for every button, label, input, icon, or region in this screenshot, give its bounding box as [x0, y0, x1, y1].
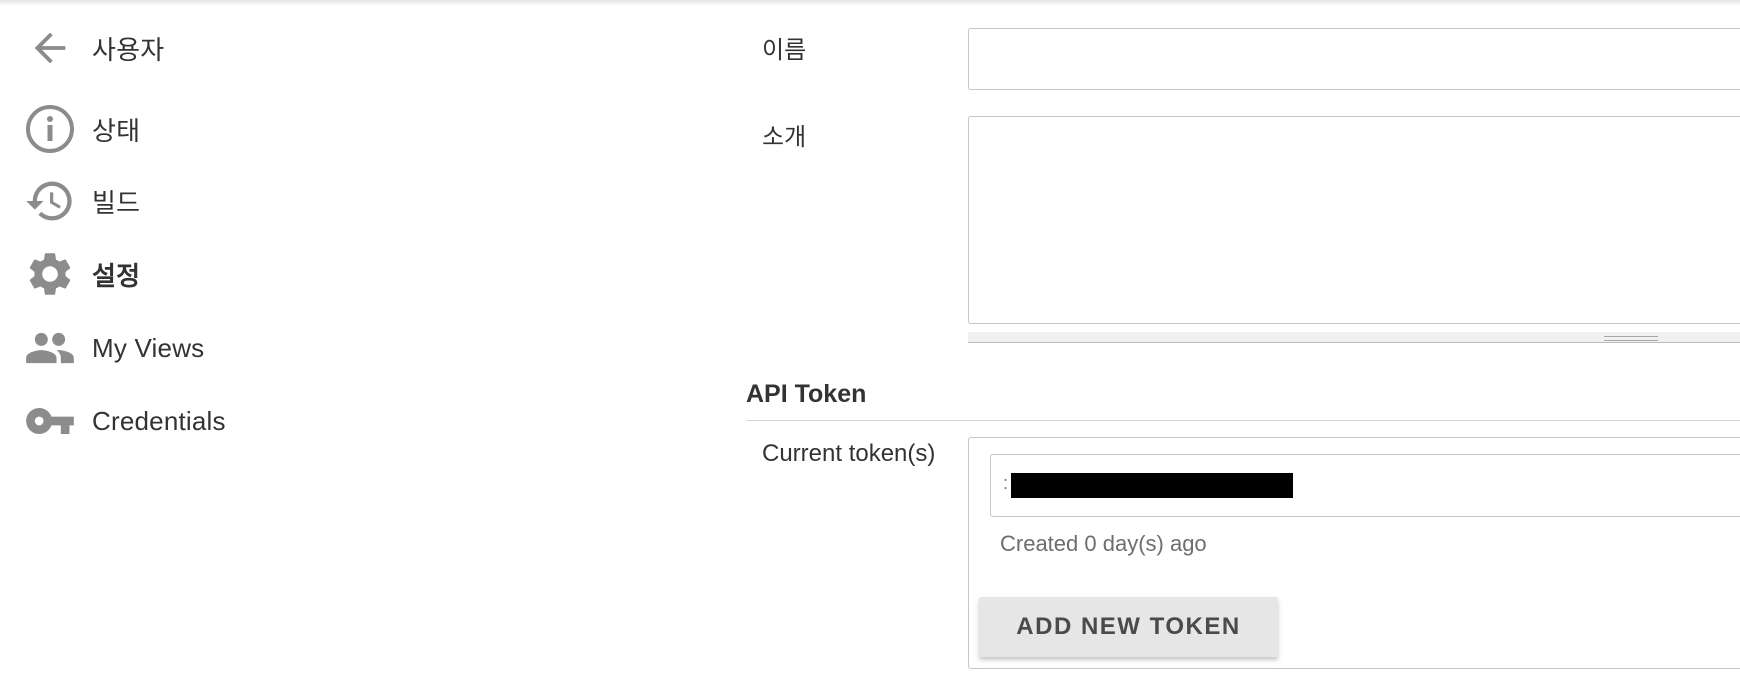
sidebar-item-label: Credentials [92, 405, 226, 436]
gear-icon [24, 248, 76, 300]
textarea-resize-handle[interactable] [968, 332, 1740, 343]
add-new-token-button[interactable]: ADD NEW TOKEN [979, 597, 1278, 657]
arrow-left-icon [24, 22, 76, 74]
sidebar-item-builds[interactable]: 빌드 [24, 173, 444, 229]
section-divider [746, 420, 1740, 421]
info-icon [24, 103, 76, 155]
token-prefix: : [1003, 473, 1009, 493]
name-input[interactable] [968, 28, 1740, 90]
key-icon [24, 395, 76, 447]
token-created-text: Created 0 day(s) ago [1000, 531, 1207, 556]
description-textarea[interactable] [968, 116, 1740, 324]
resize-grip-icon [1604, 336, 1658, 341]
name-label: 이름 [762, 37, 807, 64]
sidebar-item-status[interactable]: 상태 [24, 101, 444, 157]
api-token-section-title: API Token [746, 380, 867, 408]
sidebar-item-label: My Views [92, 332, 205, 363]
sidebar-item-settings[interactable]: 설정 [24, 246, 444, 302]
user-config-page: 사용자 상태 빌드 설정 My Views Credentials 이름 소개 … [0, 0, 1740, 688]
header-shadow [0, 0, 1740, 6]
sidebar-item-label: 상태 [92, 115, 141, 146]
sidebar-item-my-views[interactable]: My Views [24, 320, 444, 376]
history-icon [24, 175, 76, 227]
token-name-input[interactable]: : [990, 454, 1740, 517]
sidebar-item-label: 사용자 [92, 34, 165, 65]
sidebar-item-user[interactable]: 사용자 [24, 20, 444, 76]
sidebar-item-label: 빌드 [92, 187, 141, 218]
redacted-token-value [1011, 473, 1293, 498]
current-tokens-label: Current token(s) [762, 440, 936, 467]
sidebar-item-label: 설정 [92, 260, 141, 291]
description-label: 소개 [762, 124, 807, 151]
people-icon [24, 322, 76, 374]
sidebar-item-credentials[interactable]: Credentials [24, 393, 444, 449]
